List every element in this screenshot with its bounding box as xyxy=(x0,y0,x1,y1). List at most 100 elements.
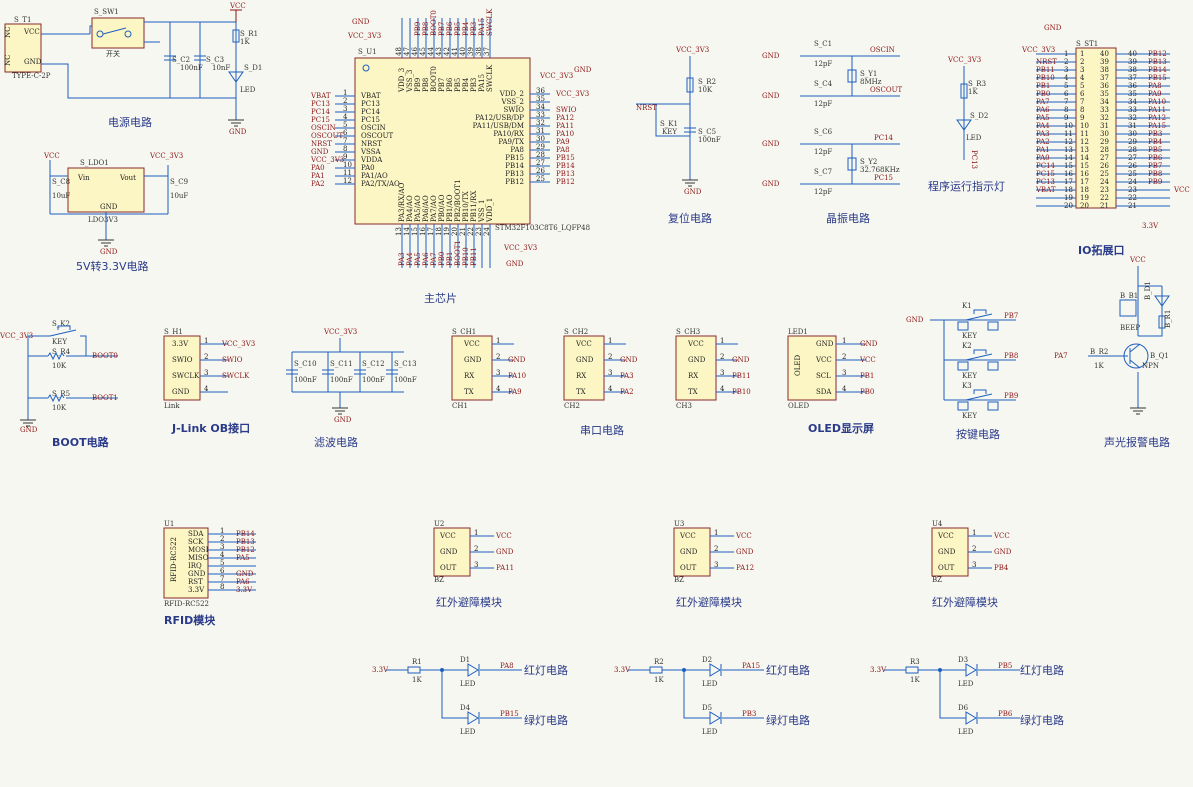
io-left-pin-num: 4 xyxy=(1064,74,1069,82)
mcu-right-gnd: GND xyxy=(574,66,592,74)
mcu-top-net: BOOT0 xyxy=(430,10,438,36)
k1-designator: S_K1 xyxy=(660,120,678,128)
jlink-net: SWIO xyxy=(222,356,243,364)
led-green-designator: D4 xyxy=(460,704,471,712)
io-right-net: PB9 xyxy=(1148,178,1162,186)
mcu-left-net: GND xyxy=(311,148,329,156)
rfid-pin-num: 2 xyxy=(220,535,224,543)
ir-foot: BZ xyxy=(434,576,444,584)
io-left-net: PA3 xyxy=(1036,130,1050,138)
oled: LED1 OLED OLED GND 1 GND VCC 2 VCC SCL 3 PB1 SDA 4… xyxy=(787,328,878,435)
rfid-net: PA6 xyxy=(236,578,250,586)
t1-vcc-pin: VCC xyxy=(23,28,40,36)
jlink-net: VCC_3V3 xyxy=(221,340,255,348)
mcu-right-pin-num: 30 xyxy=(536,135,545,143)
io-right-pin-num: 22 xyxy=(1128,194,1137,202)
ir-pin-num: 2 xyxy=(474,545,478,553)
c7-designator: S_C7 xyxy=(814,168,832,176)
key-pad-left xyxy=(957,361,969,371)
uart-pin-name: VCC xyxy=(687,340,704,348)
led-indicator-caption: 程序运行指示灯 xyxy=(928,179,1005,193)
key-designator: K3 xyxy=(962,382,972,390)
mcu-left-pin-num: 12 xyxy=(343,177,352,185)
mcu-left-pin-name: OSCIN xyxy=(361,124,386,132)
rfid-body: RFID-RC522 xyxy=(170,537,178,582)
led-resistor-value: 1K xyxy=(412,676,422,684)
boot-boot0: BOOT0 xyxy=(92,352,118,360)
io-right-pin-num: 27 xyxy=(1128,154,1137,162)
io-left-pin-num: 8 xyxy=(1064,106,1068,114)
mcu-right-net: PB13 xyxy=(556,170,575,178)
mcu-left-net: NRST xyxy=(311,140,332,148)
io-left-net: NRST xyxy=(1036,58,1057,66)
uart-net: GND xyxy=(508,356,526,364)
io-vcc: VCC xyxy=(1173,186,1190,194)
mcu-right-pin-name: PB13 xyxy=(505,170,524,178)
k1-value: KEY xyxy=(662,128,677,136)
ir-designator: U3 xyxy=(674,520,684,528)
io-right-net: PA15 xyxy=(1148,122,1166,130)
crystal-oscin: OSCIN xyxy=(870,46,895,54)
mcu-right-net: PB14 xyxy=(556,162,575,170)
c6-designator: S_C6 xyxy=(814,128,833,136)
key-net: PB7 xyxy=(1004,312,1018,320)
crystal-circuit: GND GND GND GND S_C1 12pF S_C4 12pF S_C6… xyxy=(762,40,903,225)
c6-value: 12pF xyxy=(814,148,832,156)
io-right-pin-num: 23 xyxy=(1128,186,1137,194)
mcu-right-pin-name: VDD_2 xyxy=(499,90,524,98)
ir-pin-num: 2 xyxy=(714,545,718,553)
power-circuit: S_T1 NC NC VCC GND TYPE-C-2P S_SW1 开关 S_… xyxy=(4,2,262,136)
mcu-bottom-pin-num: 20 xyxy=(451,227,459,236)
mcu-left-pin-name: OSCOUT xyxy=(361,132,394,140)
d1-designator: S_D1 xyxy=(244,64,262,72)
ir-pin-name: OUT xyxy=(680,564,697,572)
mcu-bottom-pin-num: 13 xyxy=(395,227,403,236)
green1-caption: 绿灯电路 xyxy=(524,713,568,727)
mcu-bottom-net: PA4 xyxy=(406,252,414,266)
io-left-net: PA0 xyxy=(1036,154,1050,162)
mcu-top-pin-num: 38 xyxy=(475,47,483,56)
c2-value: 100nF xyxy=(180,64,203,72)
oled-pin-num: 3 xyxy=(842,369,846,377)
d2-value: LED xyxy=(966,134,982,142)
t1-designator: S_T1 xyxy=(14,16,31,24)
mcu-top-pin-num: 44 xyxy=(427,47,435,56)
mcu-bottom-vcc: VCC_3V3 xyxy=(503,244,537,252)
io-right-pin-num: 38 xyxy=(1128,66,1137,74)
mcu-right-vcc: VCC_3V3 xyxy=(539,72,573,80)
uart-pin-name: RX xyxy=(688,372,698,380)
io-left-pin-inner: 9 xyxy=(1080,114,1084,122)
ir-group: U2 BZ VCC 1 VCC GND 2 GND OUT 3 PA11 U3 BZ VCC 1 VCC GND… xyxy=(433,520,1012,584)
mcu-right-pin-num: 35 xyxy=(536,95,545,103)
jlink-pin-num: 4 xyxy=(204,385,209,393)
mcu-top-pin-num: 39 xyxy=(467,47,475,56)
ir-net: PB4 xyxy=(994,564,1009,572)
io-left-pin-num: 3 xyxy=(1064,66,1068,74)
ir-net: VCC xyxy=(735,532,752,540)
mcu-bottom-pin-name: PB2/BOOT1 xyxy=(454,179,462,222)
io-right-pin-num: 33 xyxy=(1128,106,1137,114)
mcu-right-net: PB12 xyxy=(556,178,575,186)
io-right-pin-num: 35 xyxy=(1128,90,1137,98)
led-indicator-circuit: VCC_3V3 S_R3 1K S_D2 LED PC13 程序运行指示灯 xyxy=(928,56,1005,193)
io-left-pin-inner: 3 xyxy=(1080,66,1084,74)
jlink-pin-num: 3 xyxy=(204,369,208,377)
c5-designator: S_C5 xyxy=(698,128,716,136)
mcu-top-gnd: GND xyxy=(352,18,370,26)
io-right-pin-inner: 37 xyxy=(1100,74,1109,82)
uart-pin-name: TX xyxy=(688,388,698,396)
uart-group: S_CH1 CH1 VCC 1 GND 2 GND RX 3 PA10 TX 4 PA9 S_CH2 CH2… xyxy=(451,328,751,410)
filter-caption: 滤波电路 xyxy=(314,436,358,449)
ldo-circuit: S_LDO1 Vin Vout GND LDO3V3 VCC VCC_3V3 S… xyxy=(43,152,188,273)
red1-caption: 红灯电路 xyxy=(524,664,568,677)
mcu-top-pin-name: PB9 xyxy=(414,78,422,92)
io-right-pin-num: 28 xyxy=(1128,146,1137,154)
io-gnd: GND xyxy=(1044,24,1062,32)
filter-cap-designator: S_C10 xyxy=(294,360,317,368)
mcu-bottom-net: BOOT1 xyxy=(454,240,462,266)
io-left-pin-num: 10 xyxy=(1064,122,1073,130)
sw-designator: S_SW1 xyxy=(94,8,119,16)
jlink-part: Link xyxy=(164,402,180,410)
mcu-top-net: PB9 xyxy=(414,22,422,36)
key-net: PB9 xyxy=(1004,392,1018,400)
